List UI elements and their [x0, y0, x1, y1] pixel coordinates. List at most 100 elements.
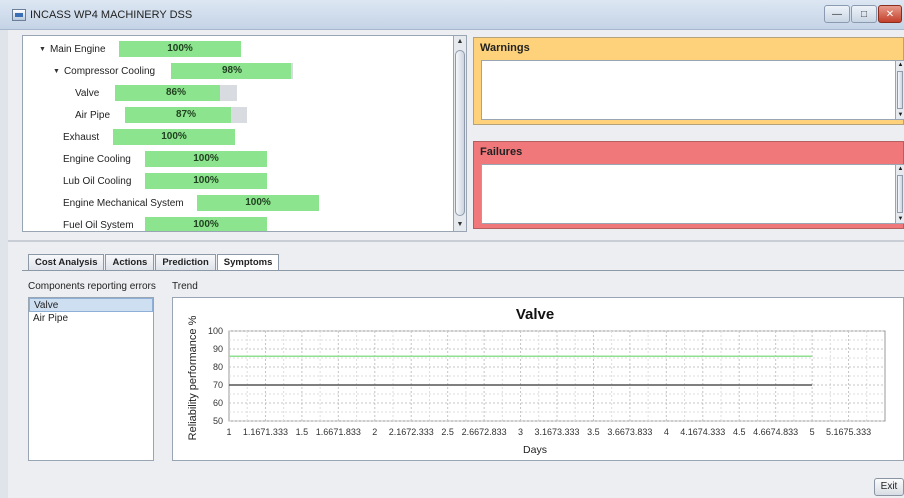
- chart-title: Valve: [516, 306, 554, 323]
- health-progress-bar: 86%: [115, 85, 237, 101]
- close-button[interactable]: ✕: [878, 5, 902, 23]
- health-progress-bar: 100%: [197, 195, 319, 211]
- x-tick-label: 1.5: [296, 427, 309, 437]
- x-axis-label: Days: [523, 444, 547, 456]
- tree-item[interactable]: Air Pipe: [75, 107, 110, 123]
- x-tick-label: 1.1671.333: [243, 427, 288, 437]
- health-progress-text: 87%: [175, 109, 196, 120]
- y-axis-label: Reliability performance %: [187, 315, 199, 440]
- health-progress-text: 100%: [167, 43, 193, 54]
- components-label: Components reporting errors: [28, 281, 156, 292]
- failures-scrollbar[interactable]: ▲ ▼: [895, 165, 904, 223]
- window-title: INCASS WP4 MACHINERY DSS: [30, 9, 193, 21]
- health-progress-bar: 100%: [145, 151, 267, 167]
- health-progress-text: 86%: [165, 87, 186, 98]
- x-tick-label: 1: [226, 427, 231, 437]
- health-progress-text: 100%: [245, 197, 271, 208]
- tree-item-label: Engine Cooling: [63, 153, 131, 165]
- health-progress-text: 98%: [221, 65, 242, 76]
- health-progress-bar: 87%: [125, 107, 247, 123]
- tree-item[interactable]: Lub Oil Cooling: [63, 173, 131, 189]
- expand-arrow-icon[interactable]: ▼: [53, 68, 60, 75]
- failures-panel: Failures ▲ ▼: [473, 141, 904, 229]
- tree-item-label: Fuel Oil System: [63, 219, 134, 231]
- tab-cost-analysis[interactable]: Cost Analysis: [28, 254, 105, 271]
- warnings-panel: Warnings ▲ ▼: [473, 37, 904, 125]
- expand-arrow-icon[interactable]: ▼: [39, 46, 46, 53]
- x-tick-label: 5: [810, 427, 815, 437]
- health-progress-bar: 100%: [145, 173, 267, 189]
- scroll-thumb[interactable]: [455, 50, 465, 216]
- exit-button[interactable]: Exit: [874, 478, 904, 496]
- x-tick-label: 3: [518, 427, 523, 437]
- minimize-button[interactable]: —: [824, 5, 850, 23]
- health-progress-text: 100%: [193, 175, 219, 186]
- tree-item-label: Exhaust: [63, 131, 100, 143]
- y-tick-label: 60: [213, 398, 223, 408]
- x-tick-label: 2: [372, 427, 377, 437]
- trend-chart-panel: 1 1.1671.333 1.5 1.6671.833 2 2.1672.333 2.5 2.…: [172, 297, 904, 461]
- x-tick-label: 2.6672.833: [462, 427, 507, 437]
- scroll-up-icon[interactable]: ▲: [896, 62, 904, 68]
- tab-bar: Cost Analysis Actions Prediction Symptoms: [28, 254, 280, 271]
- list-item[interactable]: Air Pipe: [29, 312, 153, 326]
- y-tick-label: 100: [208, 326, 223, 336]
- scroll-thumb[interactable]: [897, 71, 903, 109]
- tree-item-label: Compressor Cooling: [63, 65, 156, 77]
- scroll-up-icon[interactable]: ▲: [454, 36, 466, 48]
- x-tick-label: 4.5: [733, 427, 746, 437]
- trend-chart: 1 1.1671.333 1.5 1.6671.833 2 2.1672.333 2.5 2.…: [187, 306, 886, 456]
- scroll-thumb[interactable]: [897, 175, 903, 213]
- warnings-text-area[interactable]: ▲ ▼: [481, 60, 904, 120]
- health-progress-bar: 98%: [171, 63, 293, 79]
- tree-item-label: Lub Oil Cooling: [63, 175, 132, 187]
- x-tick-label: 2.5: [441, 427, 454, 437]
- list-item[interactable]: Valve: [29, 298, 153, 312]
- components-list: Valve Air Pipe: [28, 297, 154, 461]
- failures-text-area[interactable]: ▲ ▼: [481, 164, 904, 224]
- tree-item[interactable]: Engine Mechanical System: [63, 195, 184, 211]
- x-tick-label: 3.6673.833: [607, 427, 652, 437]
- y-tick-label: 90: [213, 344, 223, 354]
- tree-item[interactable]: Fuel Oil System: [63, 217, 134, 231]
- trend-label: Trend: [172, 281, 198, 292]
- y-tick-label: 50: [213, 416, 223, 426]
- tab-actions[interactable]: Actions: [105, 254, 155, 271]
- tree-item-label: Main Engine: [49, 43, 106, 55]
- tree-item[interactable]: ▼ Main Engine: [39, 41, 106, 57]
- scroll-down-icon[interactable]: ▼: [896, 112, 904, 118]
- warnings-title: Warnings: [480, 42, 530, 54]
- x-tick-label: 1.6671.833: [316, 427, 361, 437]
- tab-prediction[interactable]: Prediction: [155, 254, 216, 271]
- y-tick-label: 80: [213, 362, 223, 372]
- tree-item-label: Engine Mechanical System: [63, 197, 184, 209]
- maximize-button[interactable]: □: [851, 5, 877, 23]
- app-icon: [12, 9, 26, 21]
- x-tick-label: 4: [664, 427, 669, 437]
- x-tick-label: 3.5: [587, 427, 600, 437]
- y-tick-label: 70: [213, 380, 223, 390]
- tree-item-label: Air Pipe: [75, 109, 111, 121]
- window-controls: — □ ✕: [824, 5, 902, 23]
- warnings-scrollbar[interactable]: ▲ ▼: [895, 61, 904, 119]
- scroll-up-icon[interactable]: ▲: [896, 166, 904, 172]
- tree-item[interactable]: Exhaust: [63, 129, 99, 145]
- x-tick-label: 4.6674.833: [753, 427, 798, 437]
- health-progress-text: 100%: [193, 153, 219, 164]
- tree-item[interactable]: ▼ Compressor Cooling: [53, 63, 155, 79]
- split-divider[interactable]: [8, 240, 904, 242]
- scroll-down-icon[interactable]: ▼: [454, 219, 466, 231]
- health-progress-text: 100%: [161, 131, 187, 142]
- failures-title: Failures: [480, 146, 523, 158]
- tab-content-border: [22, 270, 904, 271]
- x-tick-label: 5.1675.333: [826, 427, 871, 437]
- tree-item[interactable]: Valve: [75, 85, 99, 101]
- component-tree: ▼ Main Engine 100% ▼ Compressor Cooling 98% Va…: [22, 35, 454, 232]
- x-tick-label: 2.1672.333: [389, 427, 434, 437]
- tree-scrollbar[interactable]: ▲ ▼: [454, 35, 467, 232]
- tab-symptoms[interactable]: Symptoms: [216, 254, 280, 271]
- window-title-bar: INCASS WP4 MACHINERY DSS — □ ✕: [0, 0, 904, 30]
- health-progress-bar: 100%: [119, 41, 241, 57]
- scroll-down-icon[interactable]: ▼: [896, 216, 904, 222]
- tree-item[interactable]: Engine Cooling: [63, 151, 131, 167]
